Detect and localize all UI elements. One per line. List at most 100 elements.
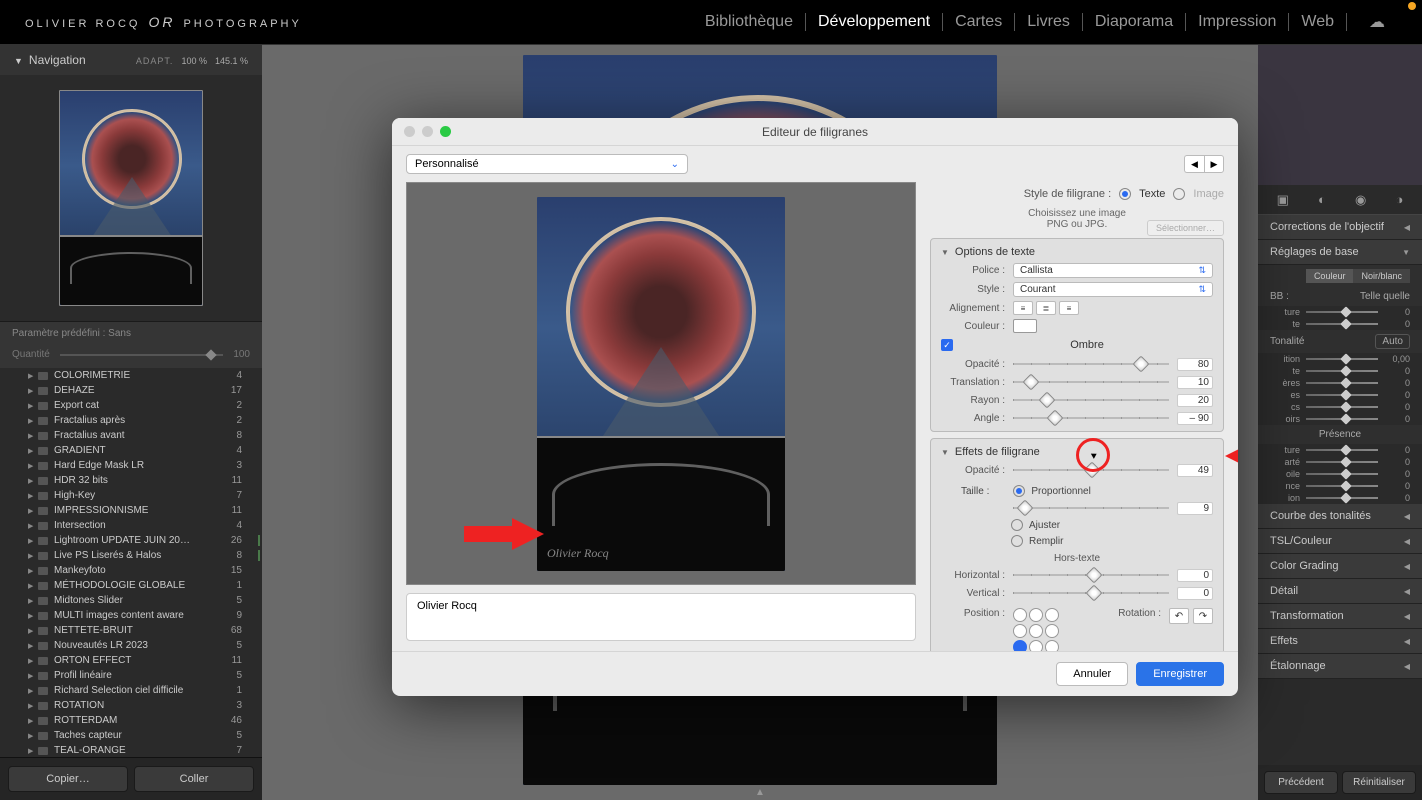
prev-image-button[interactable]: ◀	[1184, 155, 1204, 173]
preset-folder[interactable]: ▶Export cat2	[0, 398, 262, 413]
tsl-section[interactable]: TSL/Couleur◀	[1258, 529, 1422, 554]
auto-button[interactable]: Auto	[1375, 334, 1410, 349]
watermark-preview: Olivier Rocq	[406, 182, 916, 585]
cancel-button[interactable]: Annuler	[1056, 662, 1128, 686]
font-style-dropdown[interactable]: Courant⇅	[1013, 282, 1213, 297]
preset-folder[interactable]: ▶NETTETE-BRUIT68	[0, 623, 262, 638]
nav-print[interactable]: Impression	[1186, 13, 1289, 31]
preset-folder[interactable]: ▶MÉTHODOLOGIE GLOBALE1	[0, 578, 262, 593]
top-bar: OLIVIER ROCQORPHOTOGRAPHY Bibliothèque D…	[0, 0, 1422, 45]
preset-folder[interactable]: ▶Richard Selection ciel difficile1	[0, 683, 262, 698]
color-toggle[interactable]: Couleur	[1306, 269, 1354, 283]
preset-amount: Quantité 100	[0, 345, 262, 368]
preset-folder[interactable]: ▶Live PS Liserés & Halos8	[0, 548, 262, 563]
preset-folder[interactable]: ▶ROTATION3	[0, 698, 262, 713]
align-center-button[interactable]: ≣	[1036, 301, 1056, 315]
shadow-angle-slider[interactable]	[1013, 411, 1169, 425]
reset-button[interactable]: Réinitialiser	[1342, 771, 1416, 794]
tint-slider[interactable]	[1306, 323, 1378, 325]
previous-button[interactable]: Précédent	[1264, 771, 1338, 794]
preset-folder[interactable]: ▶Intersection4	[0, 518, 262, 533]
preset-folder[interactable]: ▶HDR 32 bits11	[0, 473, 262, 488]
copy-button[interactable]: Copier…	[8, 766, 128, 792]
bw-toggle[interactable]: Noir/blanc	[1353, 269, 1410, 283]
rotate-right-button[interactable]: ↷	[1193, 608, 1213, 624]
preset-folder[interactable]: ▶MULTI images content aware9	[0, 608, 262, 623]
mask-tool-icon[interactable]: ◑	[1396, 192, 1404, 207]
close-icon[interactable]	[404, 126, 415, 137]
preset-folder[interactable]: ▶Fractalius avant8	[0, 428, 262, 443]
heal-tool-icon[interactable]: ◐	[1318, 192, 1326, 207]
nav-library[interactable]: Bibliothèque	[693, 13, 806, 31]
webcam-overlay	[1258, 45, 1422, 185]
preset-folder[interactable]: ▶High-Key7	[0, 488, 262, 503]
navigator-header[interactable]: ▼Navigation ADAPT.100 %145.1 %	[0, 45, 262, 75]
tone-curve-section[interactable]: Courbe des tonalités◀	[1258, 504, 1422, 529]
next-image-button[interactable]: ▶	[1204, 155, 1224, 173]
nav-map[interactable]: Cartes	[943, 13, 1015, 31]
effects-section[interactable]: Effets◀	[1258, 629, 1422, 654]
preset-folder[interactable]: ▶Hard Edge Mask LR3	[0, 458, 262, 473]
preset-folder[interactable]: ▶Mankeyfoto15	[0, 563, 262, 578]
font-dropdown[interactable]: Callista⇅	[1013, 263, 1213, 278]
preset-folder[interactable]: ▶GRADIENT4	[0, 443, 262, 458]
preset-folder[interactable]: ▶ROTTERDAM46	[0, 713, 262, 728]
style-image-radio[interactable]	[1173, 188, 1185, 200]
align-right-button[interactable]: ≡	[1059, 301, 1079, 315]
preset-folder[interactable]: ▶DEHAZE17	[0, 383, 262, 398]
calibration-section[interactable]: Étalonnage◀	[1258, 654, 1422, 679]
lens-corrections-section[interactable]: Corrections de l'objectif◀	[1258, 215, 1422, 240]
redeye-tool-icon[interactable]: ◉	[1355, 192, 1366, 208]
preset-folder[interactable]: ▶ORTON EFFECT11	[0, 653, 262, 668]
filmstrip-toggle[interactable]: ▲	[755, 787, 765, 798]
size-slider[interactable]	[1013, 501, 1169, 515]
shadow-radius-slider[interactable]	[1013, 393, 1169, 407]
size-proportional-radio[interactable]	[1013, 485, 1025, 497]
size-fill-radio[interactable]	[1011, 535, 1023, 547]
preset-folder[interactable]: ▶COLORIMETRIE4	[0, 368, 262, 383]
inset-vertical-slider[interactable]	[1013, 586, 1169, 600]
transform-section[interactable]: Transformation◀	[1258, 604, 1422, 629]
preset-folder[interactable]: ▶TEAL-ORANGE7	[0, 743, 262, 757]
watermark-opacity-slider[interactable]	[1013, 463, 1169, 477]
preset-list: ▶COLORIMETRIE4▶DEHAZE17▶Export cat2▶Frac…	[0, 368, 262, 757]
inset-horizontal-slider[interactable]	[1013, 568, 1169, 582]
style-text-radio[interactable]	[1119, 188, 1131, 200]
amount-slider[interactable]	[60, 354, 224, 356]
exposure-slider[interactable]	[1306, 358, 1378, 360]
nav-slideshow[interactable]: Diaporama	[1083, 13, 1186, 31]
shadow-checkbox[interactable]: ✓	[941, 339, 953, 351]
size-fit-radio[interactable]	[1011, 519, 1023, 531]
cloud-icon[interactable]: ☁	[1357, 12, 1397, 32]
detail-section[interactable]: Détail◀	[1258, 579, 1422, 604]
preset-folder[interactable]: ▶Lightroom UPDATE JUIN 20…26	[0, 533, 262, 548]
select-image-button[interactable]: Sélectionner…	[1147, 220, 1224, 236]
watermark-text-input[interactable]: Olivier Rocq	[406, 593, 916, 641]
paste-button[interactable]: Coller	[134, 766, 254, 792]
nav-develop[interactable]: Développement	[806, 13, 943, 31]
preset-folder[interactable]: ▶Midtones Slider5	[0, 593, 262, 608]
preset-dropdown[interactable]: Personnalisé⌄	[406, 154, 688, 174]
preset-folder[interactable]: ▶IMPRESSIONNISME11	[0, 503, 262, 518]
shadow-offset-slider[interactable]	[1013, 375, 1169, 389]
align-left-button[interactable]: ≡	[1013, 301, 1033, 315]
grading-section[interactable]: Color Grading◀	[1258, 554, 1422, 579]
shadow-opacity-slider[interactable]	[1013, 357, 1169, 371]
maximize-icon[interactable]	[440, 126, 451, 137]
preset-folder[interactable]: ▶Nouveautés LR 20235	[0, 638, 262, 653]
anchor-position-grid[interactable]	[1013, 608, 1059, 651]
rotate-left-button[interactable]: ↶	[1169, 608, 1189, 624]
minimize-icon[interactable]	[422, 126, 433, 137]
temp-slider[interactable]	[1306, 311, 1378, 313]
preset-folder[interactable]: ▶Taches capteur5	[0, 728, 262, 743]
nav-web[interactable]: Web	[1289, 13, 1347, 31]
basic-section[interactable]: Réglages de base▼	[1258, 240, 1422, 265]
crop-tool-icon[interactable]: ▣	[1277, 192, 1289, 208]
save-button[interactable]: Enregistrer	[1136, 662, 1224, 686]
module-nav: Bibliothèque Développement Cartes Livres…	[693, 12, 1397, 32]
preset-folder[interactable]: ▶Profil linéaire5	[0, 668, 262, 683]
color-swatch[interactable]	[1013, 319, 1037, 333]
nav-book[interactable]: Livres	[1015, 13, 1083, 31]
preset-folder[interactable]: ▶Fractalius après2	[0, 413, 262, 428]
navigator-preview[interactable]	[0, 75, 262, 321]
